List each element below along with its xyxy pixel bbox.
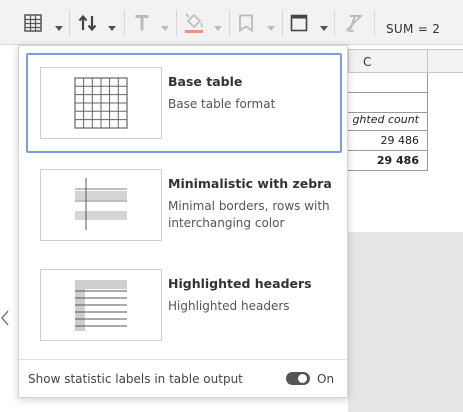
style-option-minimalistic-zebra[interactable]: Minimalistic with zebra Minimal borders,…: [26, 155, 342, 255]
toolbar: SUM = 2: [0, 0, 463, 45]
zebra-preview-icon: [75, 178, 127, 230]
option-description: Highlighted headers: [168, 299, 290, 313]
option-description: Base table format: [168, 97, 276, 111]
option-description: Minimal borders, rows with interchanging…: [168, 199, 330, 230]
option-title: Minimalistic with zebra: [168, 176, 332, 191]
base-table-preview-icon: [74, 77, 128, 129]
clear-format-icon: [345, 13, 363, 32]
toolbar-divider: [124, 10, 125, 36]
style-option-highlighted-headers[interactable]: Highlighted headers Highlighted headers: [26, 255, 342, 355]
table-style-dropdown-caret[interactable]: [55, 26, 63, 31]
border-dropdown-caret[interactable]: [320, 26, 328, 31]
table-cell[interactable]: ghted count: [348, 110, 428, 131]
chevron-left-icon[interactable]: [0, 310, 10, 326]
clear-format-button[interactable]: [344, 0, 364, 45]
sort-icon: [78, 14, 97, 31]
statistic-labels-setting-label: Show statistic labels in table output: [28, 372, 243, 386]
table-style-button[interactable]: [24, 0, 42, 45]
base-table-preview: [40, 67, 162, 139]
zebra-preview: [40, 169, 162, 241]
border-icon: [290, 14, 308, 31]
toolbar-divider: [282, 10, 283, 36]
style-option-base-table[interactable]: Base table Base table format: [26, 53, 342, 153]
sort-dropdown-caret[interactable]: [108, 26, 116, 31]
sort-button[interactable]: [78, 0, 98, 45]
toolbar-divider: [229, 10, 230, 36]
table-cell[interactable]: 29 486: [348, 151, 428, 171]
text-style-icon: [135, 14, 149, 30]
table-style-icon: [24, 13, 42, 32]
text-style-dropdown-caret[interactable]: [161, 26, 169, 31]
highlighted-headers-preview: [40, 269, 162, 341]
toggle-state-label: On: [317, 372, 335, 386]
statistic-labels-toggle[interactable]: [286, 372, 310, 385]
fill-color-button[interactable]: [184, 0, 204, 45]
popup-footer: Show statistic labels in table output On: [19, 359, 347, 397]
table-cell[interactable]: 29 486: [348, 131, 428, 151]
toolbar-divider: [69, 10, 70, 36]
fill-color-dropdown-caret[interactable]: [214, 26, 222, 31]
bookmark-button[interactable]: [238, 0, 254, 45]
fill-color-swatch: [185, 29, 203, 33]
column-header-label: C: [363, 55, 372, 69]
bookmark-icon: [239, 14, 253, 32]
toolbar-divider: [334, 10, 335, 36]
table-style-popup: Base table Base table format Minimalisti…: [18, 45, 348, 398]
text-style-button[interactable]: [134, 0, 150, 45]
bookmark-dropdown-caret[interactable]: [267, 26, 275, 31]
fill-color-icon: [185, 12, 203, 33]
highlighted-headers-preview-icon: [75, 280, 127, 331]
column-header-c[interactable]: C: [348, 49, 428, 73]
empty-sheet-area: [348, 232, 463, 412]
border-button[interactable]: [290, 0, 308, 45]
toolbar-divider: [374, 10, 375, 36]
sum-indicator: SUM = 2: [386, 22, 441, 36]
column-header-blank: [428, 49, 463, 73]
toolbar-divider: [176, 10, 177, 36]
option-title: Highlighted headers: [168, 276, 312, 291]
toggle-knob: [298, 374, 307, 383]
table-cell[interactable]: [348, 73, 428, 93]
option-title: Base table: [168, 74, 243, 89]
